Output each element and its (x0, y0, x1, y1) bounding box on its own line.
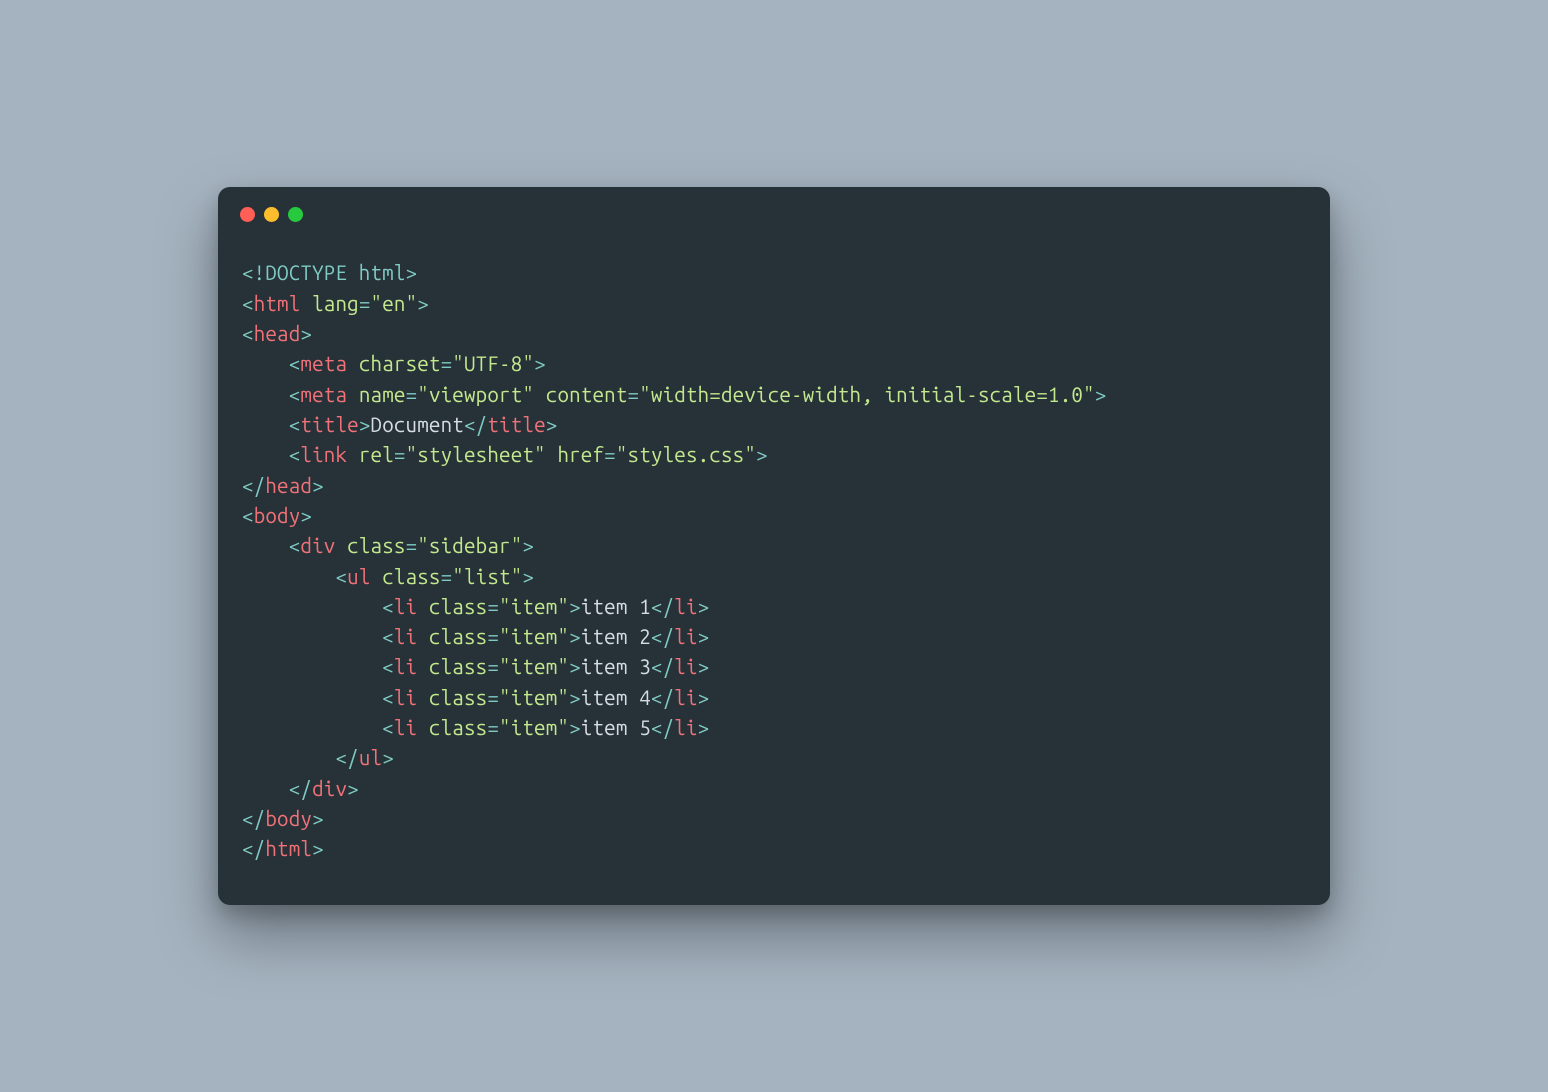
list-item: item 3 (581, 655, 651, 678)
list-item: item 2 (581, 625, 651, 648)
code-block: <!DOCTYPE html> <html lang="en"> <head> … (218, 222, 1330, 905)
maximize-icon[interactable] (288, 207, 303, 222)
close-icon[interactable] (240, 207, 255, 222)
list-item: item 5 (581, 716, 651, 739)
window-titlebar (218, 187, 1330, 222)
list-item: item 4 (581, 686, 651, 709)
minimize-icon[interactable] (264, 207, 279, 222)
doctype: <!DOCTYPE html> (242, 261, 417, 284)
code-window: <!DOCTYPE html> <html lang="en"> <head> … (218, 187, 1330, 905)
list-item: item 1 (581, 595, 651, 618)
